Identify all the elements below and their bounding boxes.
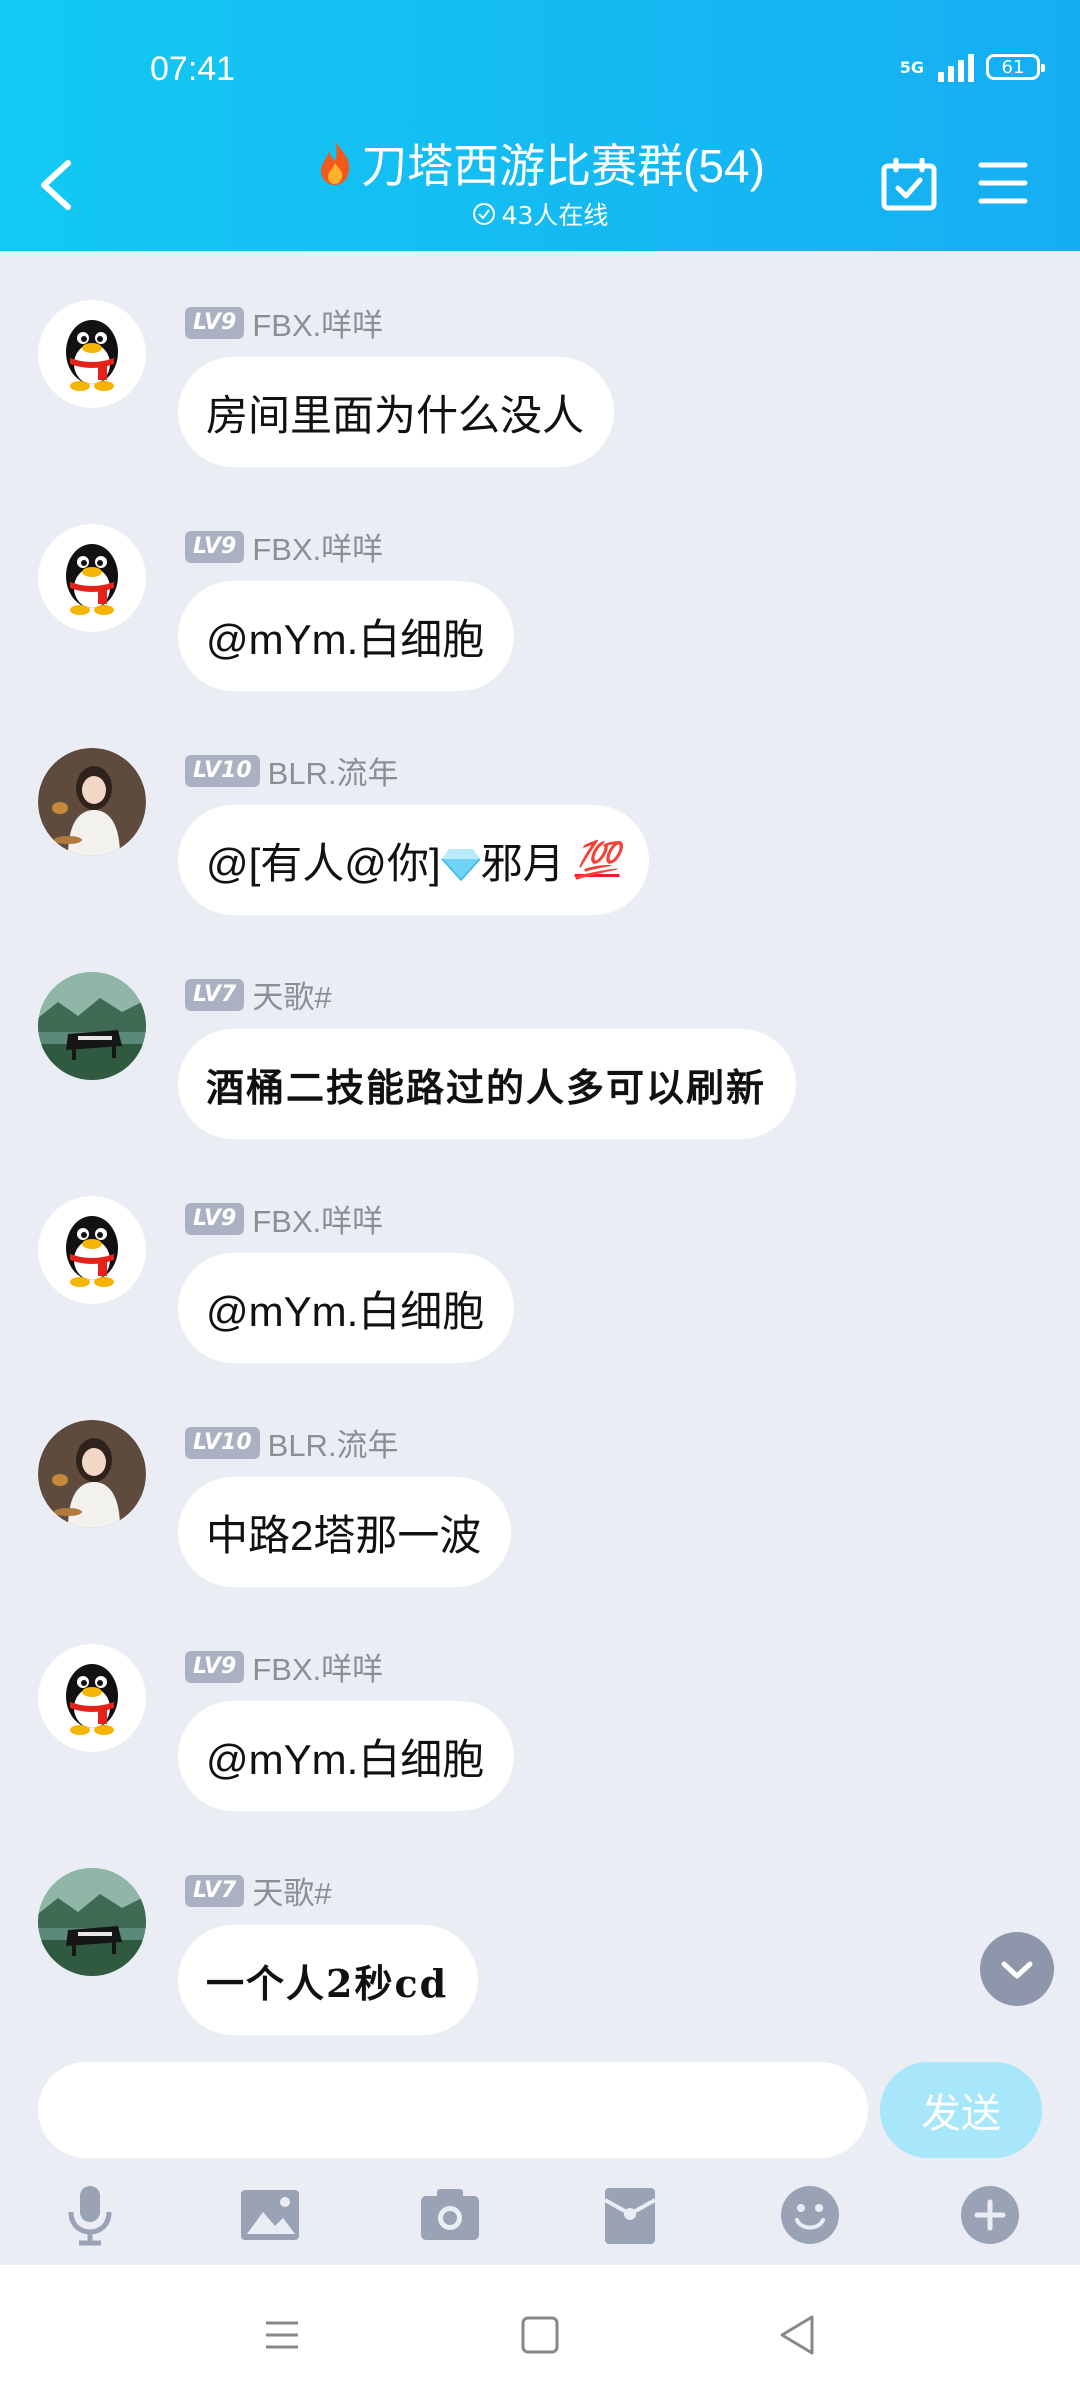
message-text: 房间里面为什么没人 xyxy=(206,391,585,439)
message-item: LV10 BLR.流年 @[有人@你] 邪月 💯 xyxy=(0,748,1080,928)
message-item: LV9 FBX.咩咩 @mYm.白细胞 xyxy=(0,1196,1080,1376)
signal-icon xyxy=(938,52,974,82)
sender-meta: LV9 FBX.咩咩 xyxy=(185,1196,383,1241)
message-text: 酒桶二技能路过的人多可以刷新 xyxy=(206,1064,767,1110)
level-badge: LV9 xyxy=(185,306,245,339)
sender-name[interactable]: BLR.流年 xyxy=(268,748,399,793)
sender-meta: LV7 天歌# xyxy=(185,1868,332,1913)
sender-name[interactable]: FBX.咩咩 xyxy=(252,300,383,345)
message-bubble[interactable]: @[有人@你] 邪月 💯 xyxy=(178,805,650,915)
level-badge: LV10 xyxy=(185,754,260,787)
sender-meta: LV9 FBX.咩咩 xyxy=(185,1644,383,1689)
scroll-to-bottom-button[interactable] xyxy=(980,1932,1054,2006)
sender-name[interactable]: 天歌# xyxy=(252,972,331,1017)
level-badge: LV10 xyxy=(185,1426,260,1459)
home-icon[interactable] xyxy=(510,2305,570,2365)
image-icon[interactable] xyxy=(235,2180,305,2250)
chat-title: 刀塔西游比赛群(54) xyxy=(361,140,765,192)
sender-meta: LV9 FBX.咩咩 xyxy=(185,300,383,345)
avatar[interactable] xyxy=(38,1420,146,1528)
emoji-icon[interactable] xyxy=(775,2180,845,2250)
status-time: 07:41 xyxy=(150,50,236,88)
sender-name[interactable]: 天歌# xyxy=(252,1868,331,1913)
message-bubble[interactable]: 酒桶二技能路过的人多可以刷新 xyxy=(178,1029,797,1139)
level-badge: LV7 xyxy=(185,1874,245,1907)
input-toolbar xyxy=(0,2180,1080,2270)
message-item: LV9 FBX.咩咩房间里面为什么没人 xyxy=(0,300,1080,480)
microphone-icon[interactable] xyxy=(55,2180,125,2250)
sender-meta: LV9 FBX.咩咩 xyxy=(185,524,383,569)
sender-meta: LV10 BLR.流年 xyxy=(185,1420,399,1465)
message-bubble[interactable]: @mYm.白细胞 xyxy=(178,581,515,691)
menu-icon[interactable] xyxy=(978,160,1028,206)
message-item: LV7 天歌# 一个人2秒cd xyxy=(0,1868,1080,2048)
battery-level: 61 xyxy=(1001,56,1025,78)
message-bubble[interactable]: 房间里面为什么没人 xyxy=(178,357,615,467)
chat-header: 07:41 5G 61 刀塔西游比赛群(54) 43人在线 xyxy=(0,0,1080,251)
avatar[interactable] xyxy=(38,524,146,632)
calendar-check-icon[interactable] xyxy=(880,158,938,212)
message-text: 邪月 xyxy=(480,839,565,887)
message-item: LV7 天歌# 酒桶二技能路过的人多可以刷新 xyxy=(0,972,1080,1152)
online-check-icon xyxy=(472,203,495,225)
message-text: 一个人2秒cd xyxy=(206,1960,449,2006)
message-item: LV9 FBX.咩咩 @mYm.白细胞 xyxy=(0,524,1080,704)
battery-icon: 61 xyxy=(986,54,1045,80)
message-input[interactable] xyxy=(38,2062,868,2158)
level-badge: LV9 xyxy=(185,530,245,563)
message-item: LV10 BLR.流年中路2塔那一波 xyxy=(0,1420,1080,1600)
fire-icon xyxy=(321,141,350,185)
avatar[interactable] xyxy=(38,1868,146,1976)
avatar[interactable] xyxy=(38,1644,146,1752)
sender-name[interactable]: FBX.咩咩 xyxy=(252,1644,383,1689)
chevron-down-icon xyxy=(1001,1961,1033,1979)
avatar[interactable] xyxy=(38,1196,146,1304)
network-type: 5G xyxy=(899,57,924,77)
message-bubble[interactable]: 一个人2秒cd xyxy=(178,1925,479,2035)
diamond-icon xyxy=(441,843,481,882)
sender-name[interactable]: FBX.咩咩 xyxy=(252,524,383,569)
online-count: 43人在线 xyxy=(501,201,609,230)
avatar[interactable] xyxy=(38,748,146,856)
level-badge: LV9 xyxy=(185,1202,245,1235)
sender-name[interactable]: BLR.流年 xyxy=(268,1420,399,1465)
sender-meta: LV7 天歌# xyxy=(185,972,332,1017)
send-button[interactable]: 发送 xyxy=(880,2062,1042,2158)
sender-name[interactable]: FBX.咩咩 xyxy=(252,1196,383,1241)
avatar[interactable] xyxy=(38,972,146,1080)
plus-icon[interactable] xyxy=(955,2180,1025,2250)
sender-meta: LV10 BLR.流年 xyxy=(185,748,399,793)
message-text: @mYm.白细胞 xyxy=(206,1287,485,1335)
back-nav-icon[interactable] xyxy=(768,2305,828,2365)
camera-icon[interactable] xyxy=(415,2180,485,2250)
recent-apps-icon[interactable] xyxy=(252,2305,312,2365)
hundred-points-icon: 💯 xyxy=(574,839,620,880)
message-text: @mYm.白细胞 xyxy=(206,615,485,663)
message-text: @mYm.白细胞 xyxy=(206,1735,485,1783)
system-nav-bar xyxy=(0,2265,1080,2400)
status-indicators: 5G 61 xyxy=(899,52,1045,82)
level-badge: LV9 xyxy=(185,1650,245,1683)
message-item: LV9 FBX.咩咩 @mYm.白细胞 xyxy=(0,1644,1080,1824)
avatar[interactable] xyxy=(38,300,146,408)
red-packet-icon[interactable] xyxy=(595,2180,665,2250)
message-text: 中路2塔那一波 xyxy=(206,1511,482,1559)
message-bubble[interactable]: @mYm.白细胞 xyxy=(178,1253,515,1363)
level-badge: LV7 xyxy=(185,978,245,1011)
message-bubble[interactable]: @mYm.白细胞 xyxy=(178,1701,515,1811)
message-text: @[有人@你] xyxy=(206,839,441,887)
message-bubble[interactable]: 中路2塔那一波 xyxy=(178,1477,512,1587)
